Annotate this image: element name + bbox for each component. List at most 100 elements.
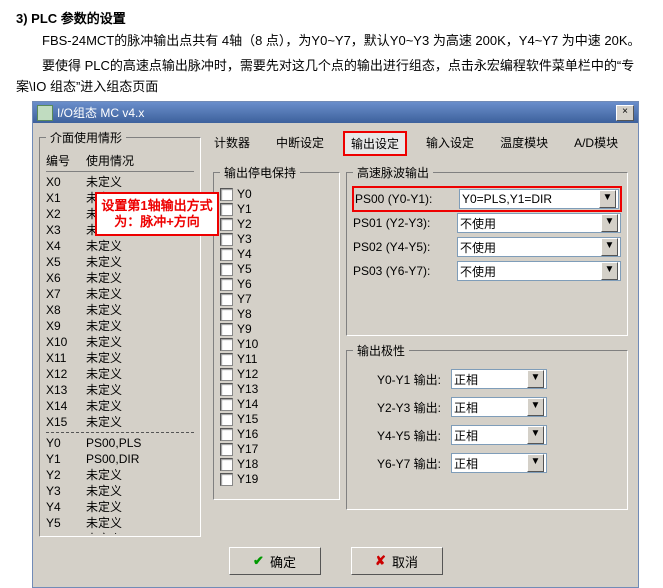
checkbox-icon[interactable] <box>220 293 233 306</box>
pulse-select-3[interactable]: 不使用▼ <box>457 261 621 281</box>
pulse-row-2: PS02 (Y4-Y5):不使用▼ <box>353 235 621 259</box>
checkbox-icon[interactable] <box>220 458 233 471</box>
output-retain-item[interactable]: Y17 <box>220 442 333 457</box>
polarity-label: Y2-Y3 输出: <box>353 399 445 416</box>
polarity-select-1[interactable]: 正相▼ <box>451 397 547 417</box>
checkbox-icon[interactable] <box>220 353 233 366</box>
close-icon[interactable]: × <box>616 105 634 121</box>
list-item[interactable]: X10未定义 <box>46 334 194 350</box>
io-config-window: I/O组态 MC v4.x × 介面使用情形 编号 使用情况 X0未定义X1未定… <box>32 101 639 588</box>
output-retain-item[interactable]: Y3 <box>220 232 333 247</box>
pulse-row-0: PS00 (Y0-Y1):Y0=PLS,Y1=DIR▼ <box>353 187 621 211</box>
list-item[interactable]: X14未定义 <box>46 398 194 414</box>
output-retain-item[interactable]: Y16 <box>220 427 333 442</box>
chevron-down-icon[interactable]: ▼ <box>527 370 544 388</box>
list-item[interactable]: X6未定义 <box>46 270 194 286</box>
checkbox-icon[interactable] <box>220 443 233 456</box>
list-item[interactable]: Y1PS00,DIR <box>46 451 194 467</box>
polarity-fieldset: 输出极性 Y0-Y1 输出:正相▼Y2-Y3 输出:正相▼Y4-Y5 输出:正相… <box>346 342 628 510</box>
chevron-down-icon[interactable]: ▼ <box>599 190 616 208</box>
output-retain-item[interactable]: Y9 <box>220 322 333 337</box>
ok-button[interactable]: ✔确定 <box>229 547 321 575</box>
doc-heading: 3) PLC 参数的设置 <box>16 8 663 27</box>
output-retain-item[interactable]: Y6 <box>220 277 333 292</box>
list-item[interactable]: X13未定义 <box>46 382 194 398</box>
list-item[interactable]: X12未定义 <box>46 366 194 382</box>
chevron-down-icon[interactable]: ▼ <box>527 398 544 416</box>
tab-1[interactable]: 中断设定 <box>269 131 331 156</box>
output-retain-item[interactable]: Y5 <box>220 262 333 277</box>
list-item[interactable]: X11未定义 <box>46 350 194 366</box>
list-item[interactable]: X4未定义 <box>46 238 194 254</box>
list-item[interactable]: X9未定义 <box>46 318 194 334</box>
checkbox-icon[interactable] <box>220 263 233 276</box>
output-retain-item[interactable]: Y7 <box>220 292 333 307</box>
chevron-down-icon[interactable]: ▼ <box>527 426 544 444</box>
list-item[interactable]: Y4未定义 <box>46 499 194 515</box>
chevron-down-icon[interactable]: ▼ <box>601 214 618 232</box>
cancel-button[interactable]: ✘取消 <box>351 547 443 575</box>
output-retain-item[interactable]: Y10 <box>220 337 333 352</box>
list-item[interactable]: X8未定义 <box>46 302 194 318</box>
output-retain-fieldset: 输出停电保持 Y0Y1Y2Y3Y4Y5Y6Y7Y8Y9Y10Y11Y12Y13Y… <box>213 164 340 500</box>
output-retain-item[interactable]: Y2 <box>220 217 333 232</box>
tab-5[interactable]: A/D模块 <box>567 131 625 156</box>
doc-para-1: FBS-24MCT的脉冲输出点共有 4轴（8 点），为Y0~Y7，默认Y0~Y3… <box>16 31 647 52</box>
chevron-down-icon[interactable]: ▼ <box>601 238 618 256</box>
output-retain-item[interactable]: Y0 <box>220 187 333 202</box>
output-retain-item[interactable]: Y12 <box>220 367 333 382</box>
output-retain-item[interactable]: Y18 <box>220 457 333 472</box>
tab-3[interactable]: 输入设定 <box>419 131 481 156</box>
polarity-select-3[interactable]: 正相▼ <box>451 453 547 473</box>
output-retain-item[interactable]: Y4 <box>220 247 333 262</box>
output-retain-item[interactable]: Y15 <box>220 412 333 427</box>
pulse-select-1[interactable]: 不使用▼ <box>457 213 621 233</box>
checkbox-icon[interactable] <box>220 383 233 396</box>
output-retain-item[interactable]: Y19 <box>220 472 333 487</box>
checkbox-icon[interactable] <box>220 218 233 231</box>
chevron-down-icon[interactable]: ▼ <box>527 454 544 472</box>
tab-4[interactable]: 温度模块 <box>493 131 555 156</box>
pulse-select-2[interactable]: 不使用▼ <box>457 237 621 257</box>
tab-0[interactable]: 计数器 <box>207 131 257 156</box>
output-retain-item[interactable]: Y14 <box>220 397 333 412</box>
list-item[interactable]: Y6未定义 <box>46 531 194 534</box>
check-icon: ✔ <box>253 553 264 569</box>
list-item[interactable]: Y2未定义 <box>46 467 194 483</box>
polarity-select-2[interactable]: 正相▼ <box>451 425 547 445</box>
list-item[interactable]: Y5未定义 <box>46 515 194 531</box>
list-item[interactable]: Y3未定义 <box>46 483 194 499</box>
pulse-label: PS03 (Y6-Y7): <box>353 264 451 278</box>
tab-2[interactable]: 输出设定 <box>343 131 407 156</box>
list-item[interactable]: X15未定义 <box>46 414 194 430</box>
checkbox-icon[interactable] <box>220 428 233 441</box>
titlebar[interactable]: I/O组态 MC v4.x × <box>33 102 638 123</box>
list-item[interactable]: Y0PS00,PLS <box>46 435 194 451</box>
checkbox-icon[interactable] <box>220 308 233 321</box>
window-title: I/O组态 MC v4.x <box>57 104 144 121</box>
checkbox-icon[interactable] <box>220 473 233 486</box>
pulse-output-legend: 高速脉波输出 <box>353 164 433 181</box>
list-item[interactable]: X7未定义 <box>46 286 194 302</box>
output-retain-item[interactable]: Y13 <box>220 382 333 397</box>
output-retain-item[interactable]: Y8 <box>220 307 333 322</box>
checkbox-icon[interactable] <box>220 413 233 426</box>
cross-icon: ✘ <box>375 553 386 569</box>
list-item[interactable]: X5未定义 <box>46 254 194 270</box>
output-retain-item[interactable]: Y1 <box>220 202 333 217</box>
checkbox-icon[interactable] <box>220 278 233 291</box>
checkbox-icon[interactable] <box>220 248 233 261</box>
checkbox-icon[interactable] <box>220 323 233 336</box>
checkbox-icon[interactable] <box>220 398 233 411</box>
list-item[interactable]: X0未定义 <box>46 174 194 190</box>
output-retain-item[interactable]: Y11 <box>220 352 333 367</box>
polarity-legend: 输出极性 <box>353 342 409 359</box>
checkbox-icon[interactable] <box>220 203 233 216</box>
checkbox-icon[interactable] <box>220 188 233 201</box>
checkbox-icon[interactable] <box>220 368 233 381</box>
polarity-select-0[interactable]: 正相▼ <box>451 369 547 389</box>
pulse-select-0[interactable]: Y0=PLS,Y1=DIR▼ <box>459 189 619 209</box>
checkbox-icon[interactable] <box>220 338 233 351</box>
checkbox-icon[interactable] <box>220 233 233 246</box>
chevron-down-icon[interactable]: ▼ <box>601 262 618 280</box>
